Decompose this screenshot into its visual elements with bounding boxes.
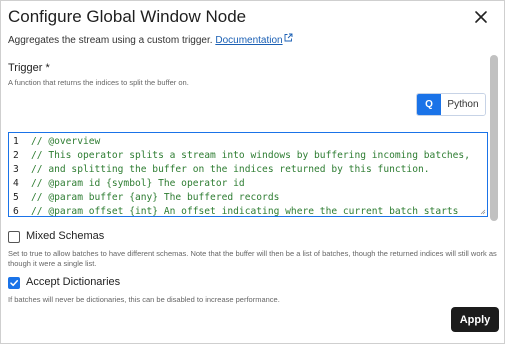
line-number: 2 — [13, 150, 19, 161]
external-link-icon — [284, 33, 293, 42]
code-line: 5 // @param buffer {any} The buffered re… — [9, 191, 487, 205]
code-text: // This operator splits a stream into wi… — [31, 150, 470, 161]
language-q-button[interactable]: Q — [417, 94, 441, 115]
code-text: // @param offset {int} An offset indicat… — [31, 206, 459, 217]
code-line: 6 // @param offset {int} An offset indic… — [9, 205, 487, 217]
code-text: // @overview — [31, 136, 101, 147]
line-number: 5 — [13, 192, 19, 203]
apply-button[interactable]: Apply — [451, 307, 499, 332]
code-text: // @param id {symbol} The operator id — [31, 178, 245, 189]
mixed-schemas-description: Set to true to allow batches to have dif… — [8, 249, 497, 268]
subtitle-text: Aggregates the stream using a custom tri… — [8, 35, 213, 46]
code-line: 4 // @param id {symbol} The operator id — [9, 177, 487, 191]
line-number: 6 — [13, 206, 19, 217]
check-icon — [9, 279, 18, 286]
trigger-description: A function that returns the indices to s… — [8, 78, 189, 87]
documentation-link-label[interactable]: Documentation — [215, 35, 282, 46]
line-number: 1 — [13, 136, 19, 147]
accept-dictionaries-checkbox[interactable] — [8, 277, 20, 289]
language-toggle: Q Python — [416, 93, 486, 116]
code-line: 1 // @overview — [9, 135, 487, 149]
code-line: 3 // and splitting the buffer on the ind… — [9, 163, 487, 177]
documentation-link[interactable]: Documentation — [215, 33, 293, 46]
trigger-label: Trigger * — [8, 62, 50, 74]
code-editor[interactable]: 1 // @overview 2 // This operator splits… — [8, 132, 488, 217]
code-text: // and splitting the buffer on the indic… — [31, 164, 430, 175]
code-text: // @param buffer {any} The buffered reco… — [31, 192, 280, 203]
dialog-subtitle: Aggregates the stream using a custom tri… — [8, 33, 293, 46]
line-number: 3 — [13, 164, 19, 175]
configure-dialog: Configure Global Window Node Aggregates … — [0, 0, 505, 344]
language-python-button[interactable]: Python — [441, 94, 485, 115]
code-line: 2 // This operator splits a stream into … — [9, 149, 487, 163]
line-number: 4 — [13, 178, 19, 189]
close-button[interactable] — [470, 6, 492, 28]
accept-dictionaries-description: If batches will never be dictionaries, t… — [8, 295, 280, 304]
mixed-schemas-checkbox[interactable] — [8, 231, 20, 243]
dialog-title: Configure Global Window Node — [8, 7, 247, 26]
accept-dictionaries-label[interactable]: Accept Dictionaries — [26, 276, 120, 288]
mixed-schemas-label[interactable]: Mixed Schemas — [26, 230, 104, 242]
scrollbar-thumb[interactable] — [490, 55, 498, 221]
close-icon — [475, 11, 487, 23]
resize-handle-icon[interactable] — [480, 209, 486, 215]
